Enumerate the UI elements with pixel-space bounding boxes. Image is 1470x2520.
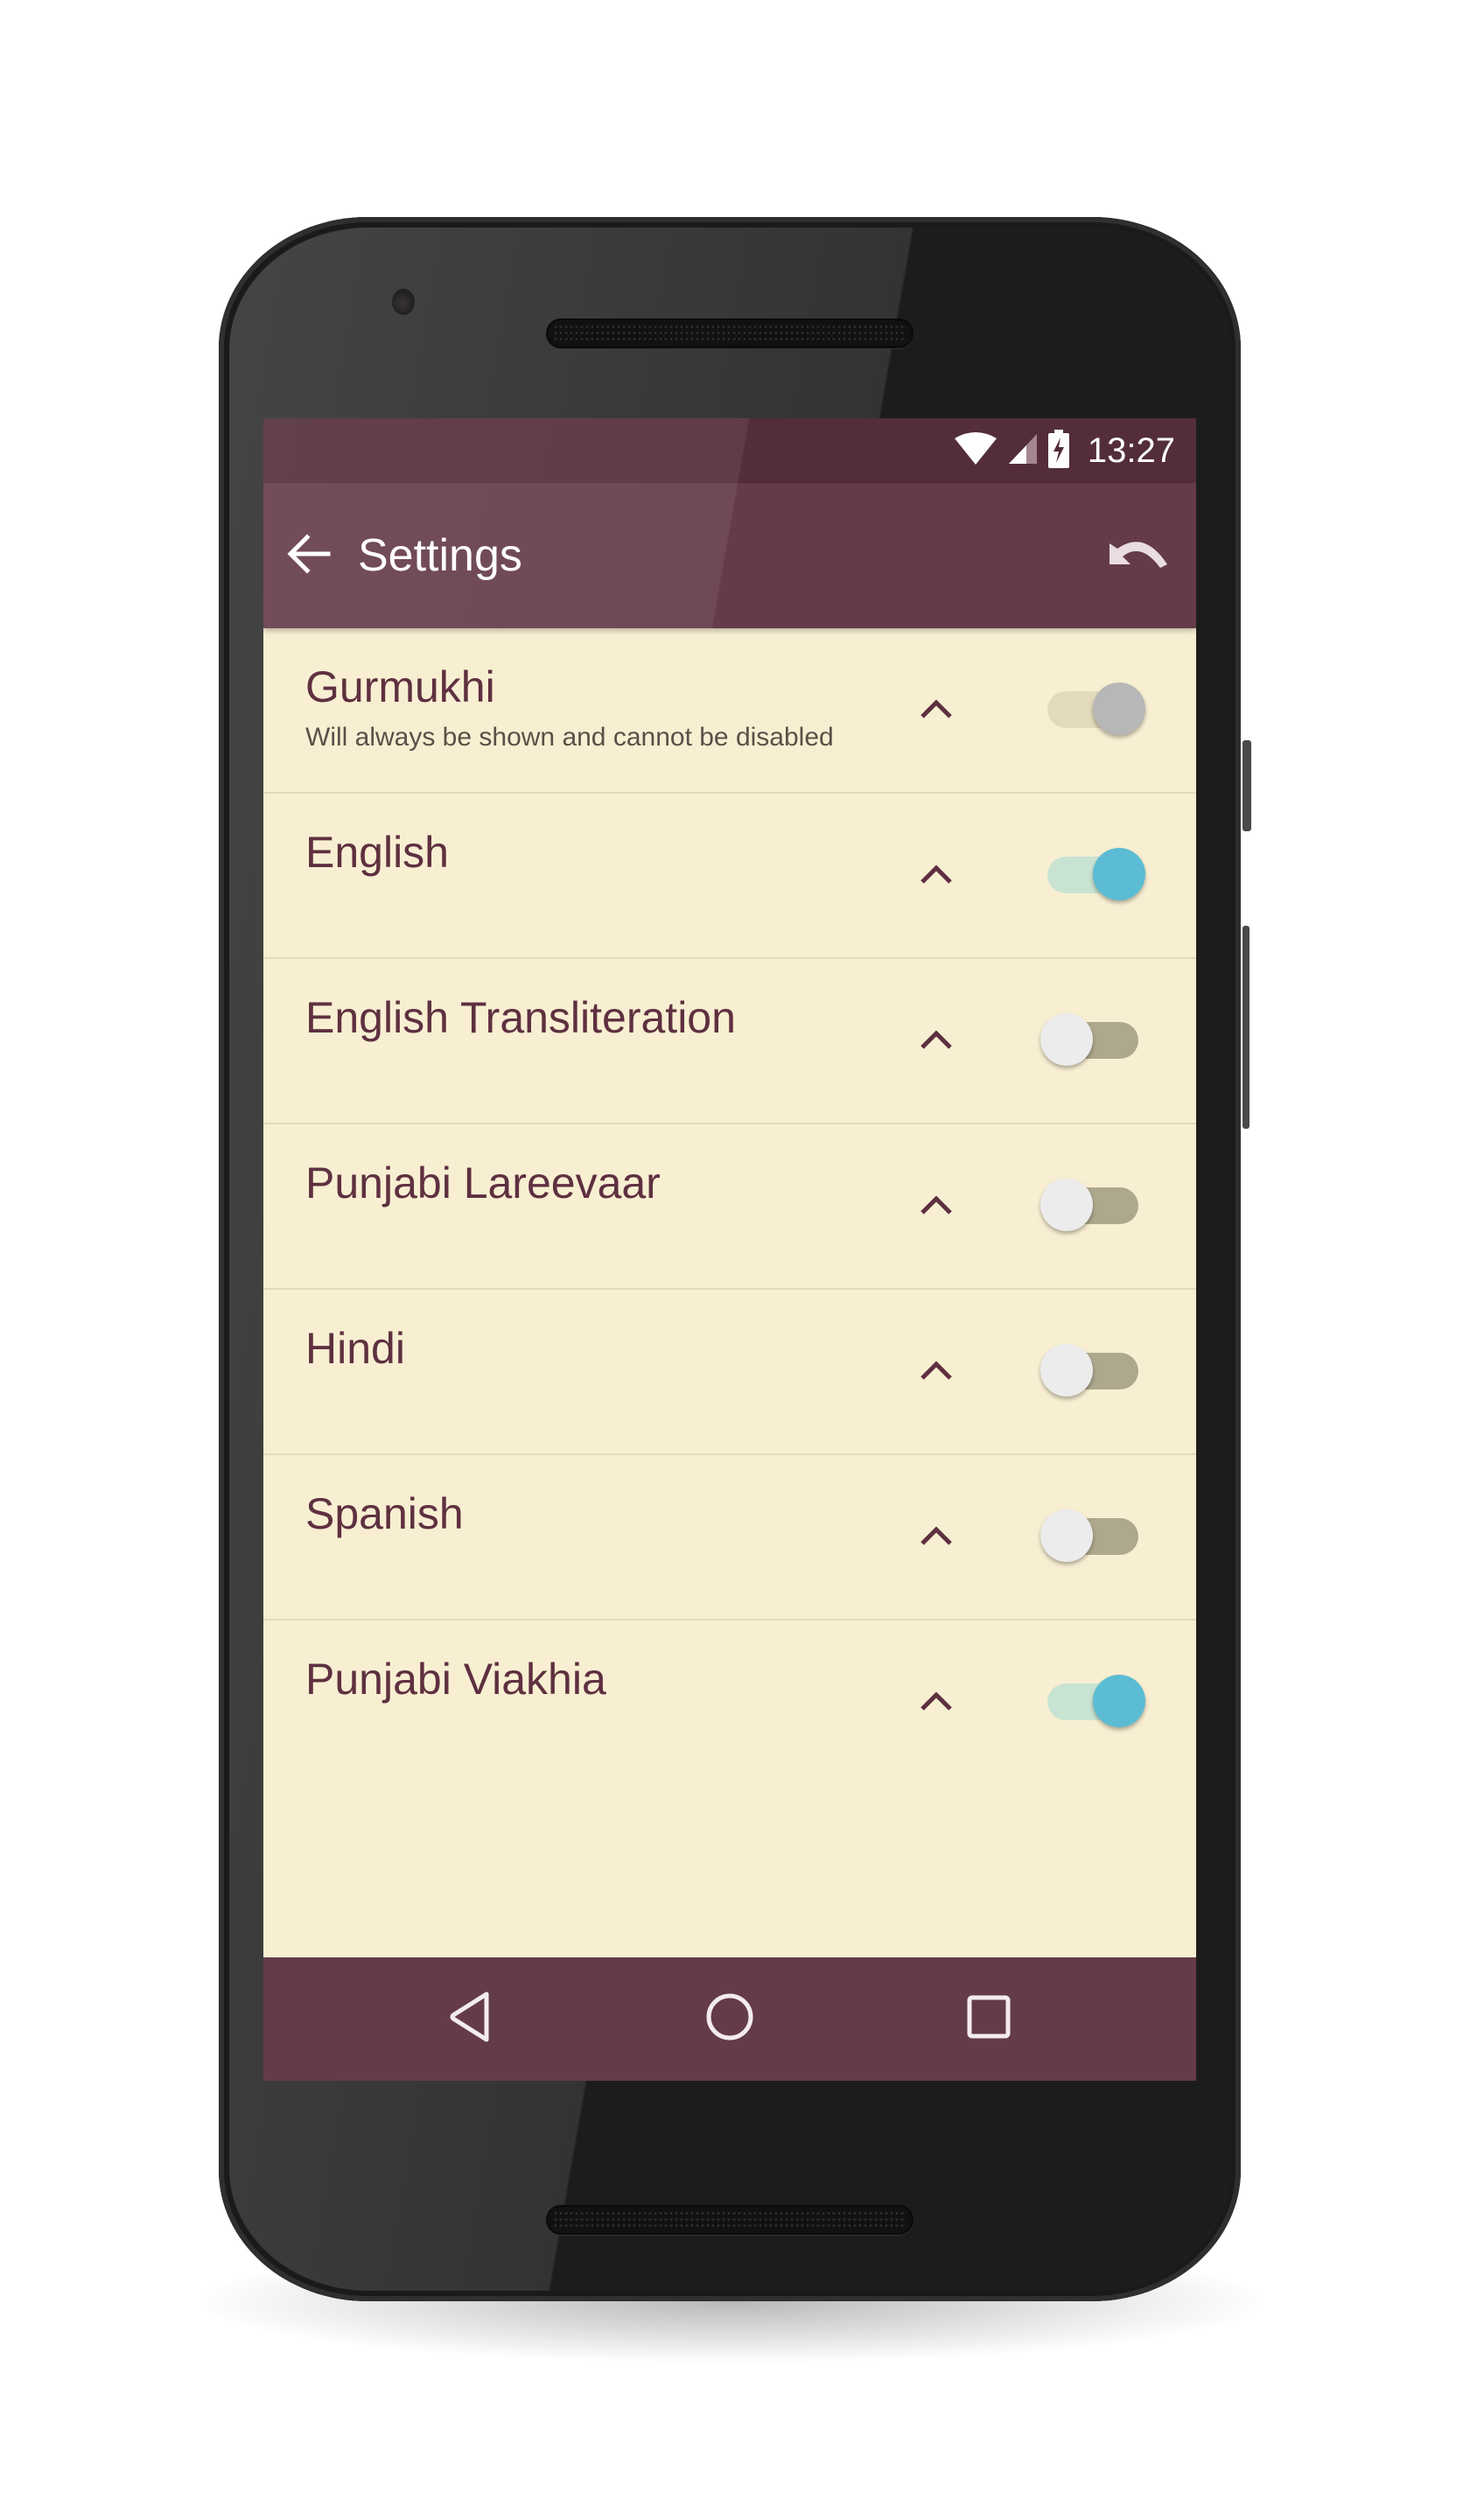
language-label: English Transliteration — [305, 993, 736, 1042]
chevron-up-icon — [919, 1524, 954, 1551]
language-toggle[interactable] — [1040, 1179, 1156, 1235]
toggle-thumb — [1093, 1675, 1145, 1727]
settings-list-item[interactable]: English Transliteration — [263, 959, 1196, 1124]
cellular-signal-icon — [1007, 432, 1039, 470]
chevron-up-icon — [919, 697, 954, 724]
nav-back-button[interactable] — [341, 1957, 600, 2081]
language-label: Hindi — [305, 1324, 405, 1373]
settings-list-item[interactable]: Gurmukhi Will always be shown and cannot… — [263, 628, 1196, 794]
toggle-thumb — [1093, 848, 1145, 900]
chevron-up-icon — [919, 1194, 954, 1221]
chevron-up-icon — [919, 1359, 954, 1386]
system-nav-bar — [263, 1957, 1196, 2081]
toggle-thumb — [1040, 1344, 1093, 1396]
language-toggle[interactable] — [1040, 1509, 1156, 1565]
language-toggle-disabled — [1040, 682, 1156, 738]
status-bar: 13:27 — [263, 418, 1196, 483]
language-toggle[interactable] — [1040, 1675, 1156, 1731]
settings-list-item[interactable]: English — [263, 794, 1196, 959]
recents-square-icon — [966, 1994, 1012, 2044]
app-toolbar: Settings — [263, 483, 1196, 628]
nav-home-button[interactable] — [600, 1957, 859, 2081]
language-toggle[interactable] — [1040, 1344, 1156, 1400]
toggle-thumb — [1040, 1179, 1093, 1231]
language-label: Punjabi Viakhia — [305, 1655, 606, 1704]
language-label: Spanish — [305, 1489, 464, 1538]
chevron-up-icon — [919, 1028, 954, 1055]
undo-button[interactable] — [1103, 521, 1173, 591]
undo-icon — [1106, 535, 1171, 578]
toggle-thumb — [1040, 1509, 1093, 1562]
language-label: Punjabi Lareevaar — [305, 1158, 661, 1208]
arrow-back-icon — [286, 533, 332, 579]
expand-button[interactable] — [915, 693, 957, 728]
expand-button[interactable] — [915, 1685, 957, 1720]
settings-list-item[interactable]: Spanish — [263, 1455, 1196, 1620]
power-button — [1242, 740, 1251, 831]
battery-charging-icon — [1047, 429, 1070, 472]
wifi-icon — [953, 431, 998, 471]
settings-list-item[interactable]: Punjabi Viakhia — [263, 1620, 1196, 1786]
app-screen: 13:27 Settings Gurmukhi Will always be s… — [263, 418, 1196, 2081]
settings-list-item[interactable]: Hindi — [263, 1290, 1196, 1455]
language-subtitle: Will always be shown and cannot be disab… — [305, 723, 834, 752]
status-time: 13:27 — [1087, 430, 1175, 470]
expand-button[interactable] — [915, 1354, 957, 1390]
bottom-speaker — [546, 2205, 914, 2235]
language-label: Gurmukhi — [305, 662, 495, 711]
expand-button[interactable] — [915, 1189, 957, 1224]
language-toggle[interactable] — [1040, 848, 1156, 904]
back-triangle-icon — [448, 1991, 494, 2048]
toggle-thumb — [1040, 1013, 1093, 1066]
top-speaker — [546, 318, 914, 348]
toggle-thumb — [1093, 682, 1145, 735]
expand-button[interactable] — [915, 1024, 957, 1059]
page-title: Settings — [358, 530, 522, 581]
back-button[interactable] — [283, 529, 335, 582]
language-toggle[interactable] — [1040, 1013, 1156, 1069]
language-label: English — [305, 828, 449, 877]
volume-rocker — [1242, 926, 1250, 1129]
expand-button[interactable] — [915, 1520, 957, 1555]
chevron-up-icon — [919, 863, 954, 890]
nav-recents-button[interactable] — [859, 1957, 1118, 2081]
front-camera — [392, 289, 415, 315]
settings-list: Gurmukhi Will always be shown and cannot… — [263, 628, 1196, 1786]
home-circle-icon — [704, 1992, 755, 2047]
expand-button[interactable] — [915, 858, 957, 893]
settings-list-item[interactable]: Punjabi Lareevaar — [263, 1124, 1196, 1290]
chevron-up-icon — [919, 1690, 954, 1717]
